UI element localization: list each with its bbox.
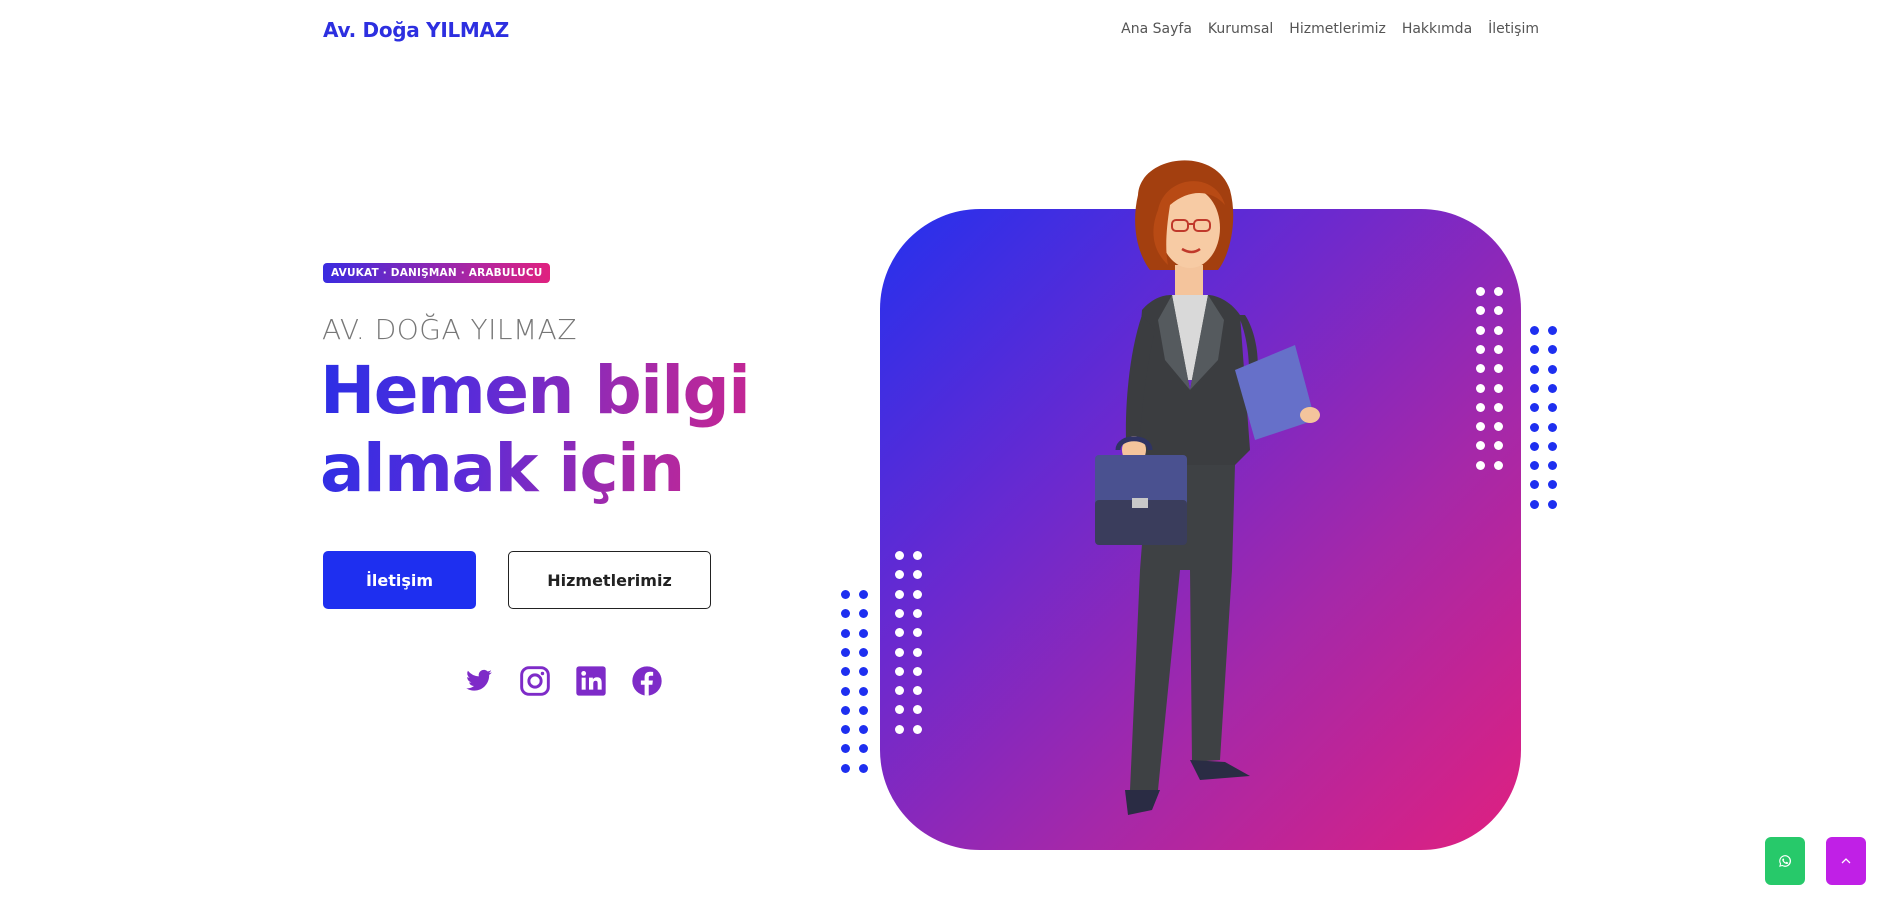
decorative-dot xyxy=(913,608,922,618)
decorative-dot xyxy=(1494,460,1503,470)
nav-contact[interactable]: İletişim xyxy=(1488,21,1539,37)
decorative-dot xyxy=(1494,402,1503,412)
decorative-dot xyxy=(841,725,850,735)
decorative-dot xyxy=(913,551,922,560)
decorative-dot xyxy=(913,647,922,657)
decorative-dot xyxy=(913,589,922,599)
lawyer-illustration xyxy=(1095,160,1320,815)
decorative-dot xyxy=(841,763,850,773)
decorative-dot xyxy=(841,628,850,638)
decorative-dot xyxy=(1476,344,1485,354)
decorative-dot xyxy=(895,551,904,560)
decorative-dot xyxy=(1530,383,1539,393)
decorative-dot xyxy=(859,609,868,619)
decorative-dot xyxy=(1530,403,1539,413)
chevron-up-icon xyxy=(1841,858,1851,864)
decorative-dot xyxy=(895,666,904,676)
decorative-dot xyxy=(1548,499,1557,509)
decorative-dot xyxy=(841,609,850,619)
decorative-dot xyxy=(1548,480,1557,490)
nav-home[interactable]: Ana Sayfa xyxy=(1121,21,1192,37)
decorative-dot xyxy=(1476,402,1485,412)
decorative-dot xyxy=(1530,345,1539,355)
twitter-icon[interactable] xyxy=(462,664,496,698)
decorative-dot xyxy=(1494,383,1503,393)
scroll-top-button[interactable] xyxy=(1826,837,1866,885)
services-button[interactable]: Hizmetlerimiz xyxy=(508,551,711,609)
hero-subtitle: AV. DOĞA YILMAZ xyxy=(322,313,578,346)
decorative-dot xyxy=(841,686,850,696)
decorative-dot xyxy=(913,724,922,734)
decorative-dot xyxy=(1548,422,1557,432)
nav-about[interactable]: Hakkımda xyxy=(1402,21,1472,37)
main-nav: Ana Sayfa Kurumsal Hizmetlerimiz Hakkımd… xyxy=(1121,21,1539,37)
decorative-dot xyxy=(841,744,850,754)
nav-services[interactable]: Hizmetlerimiz xyxy=(1289,21,1386,37)
decorative-dot xyxy=(859,725,868,735)
decorative-dot xyxy=(841,647,850,657)
decorative-dot xyxy=(859,647,868,657)
role-badge: AVUKAT · DANIŞMAN · ARABULUCU xyxy=(323,263,551,283)
decorative-dot xyxy=(859,763,868,773)
decorative-dot xyxy=(1494,344,1503,354)
decorative-dot xyxy=(1548,326,1557,335)
decorative-dot xyxy=(1548,383,1557,393)
navbar: Av. Doğa YILMAZ Ana Sayfa Kurumsal Hizme… xyxy=(0,0,1882,62)
headline-line-1: Hemen bilgi xyxy=(320,352,750,429)
decorative-dot xyxy=(1476,287,1485,296)
decorative-dot xyxy=(895,608,904,618)
decorative-dot xyxy=(859,744,868,754)
decorative-dot xyxy=(859,590,868,599)
decorative-dot xyxy=(841,705,850,715)
brand-logo[interactable]: Av. Doğa YILMAZ xyxy=(323,18,509,42)
decorative-dot xyxy=(859,667,868,677)
decorative-dot xyxy=(1548,364,1557,374)
decorative-dot xyxy=(1530,441,1539,451)
decorative-dot xyxy=(1530,480,1539,490)
decorative-dot xyxy=(1494,287,1503,296)
decorative-dot xyxy=(1530,422,1539,432)
decorative-dot xyxy=(1548,461,1557,471)
decorative-dot xyxy=(1548,345,1557,355)
decorative-dot xyxy=(1530,499,1539,509)
decorative-dot xyxy=(859,705,868,715)
decorative-dot xyxy=(859,686,868,696)
decorative-dot xyxy=(895,647,904,657)
facebook-icon[interactable] xyxy=(630,664,664,698)
decorative-dot xyxy=(895,724,904,734)
decorative-dot xyxy=(841,667,850,677)
decorative-dot xyxy=(1548,403,1557,413)
whatsapp-icon xyxy=(1779,855,1792,867)
hero-headline: Hemen bilgi almak için xyxy=(320,352,840,508)
decorative-dot xyxy=(895,589,904,599)
linkedin-icon[interactable] xyxy=(574,664,608,698)
decorative-dot xyxy=(1530,326,1539,335)
nav-corporate[interactable]: Kurumsal xyxy=(1208,21,1273,37)
contact-button[interactable]: İletişim xyxy=(323,551,476,609)
instagram-icon[interactable] xyxy=(518,664,552,698)
decorative-dot xyxy=(1476,325,1485,335)
decorative-dot xyxy=(1476,460,1485,470)
whatsapp-button[interactable] xyxy=(1765,837,1805,885)
decorative-dot xyxy=(1494,325,1503,335)
decorative-dot xyxy=(1476,383,1485,393)
headline-line-2: almak için xyxy=(320,430,684,507)
decorative-dot xyxy=(841,590,850,599)
decorative-dot xyxy=(1548,441,1557,451)
decorative-dot xyxy=(1530,461,1539,471)
decorative-dot xyxy=(859,628,868,638)
decorative-dot xyxy=(1530,364,1539,374)
decorative-dot xyxy=(913,666,922,676)
social-links xyxy=(462,664,664,698)
